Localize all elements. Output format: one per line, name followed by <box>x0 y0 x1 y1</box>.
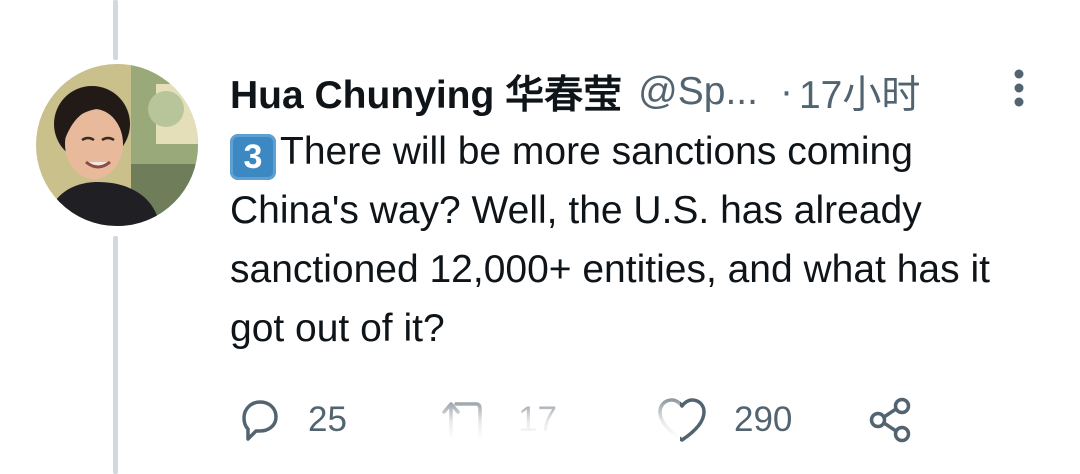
more-vertical-icon <box>1014 69 1024 107</box>
author-name[interactable]: Hua Chunying 华春莹 <box>230 64 622 120</box>
tweet-actions: 25 17 290 <box>230 390 950 450</box>
thread-line-bottom <box>113 236 118 474</box>
heart-icon <box>658 398 706 442</box>
like-count: 290 <box>734 400 793 439</box>
author-handle[interactable]: @Sp... <box>638 70 758 114</box>
like-button[interactable]: 290 <box>656 390 792 450</box>
reply-count: 25 <box>308 400 347 439</box>
tweet-timestamp[interactable]: 17小时 <box>799 64 920 120</box>
reply-icon <box>242 400 278 441</box>
share-button[interactable] <box>866 390 914 450</box>
more-options-button[interactable] <box>1007 66 1031 110</box>
keycap-3-emoji: 3 <box>230 134 276 180</box>
header-separator: · <box>779 70 793 113</box>
retweet-button[interactable]: 17 <box>438 390 557 450</box>
avatar-photo <box>36 64 198 226</box>
share-icon <box>869 397 911 443</box>
tweet-text: 3 There will be more sanctions coming Chi… <box>230 122 1050 358</box>
avatar[interactable] <box>36 64 198 226</box>
tweet-header: Hua Chunying 华春莹 @Sp... · 17小时 <box>230 62 920 122</box>
retweet-count: 17 <box>518 400 557 439</box>
reply-button[interactable]: 25 <box>234 390 347 450</box>
retweet-icon <box>442 402 482 442</box>
tweet-text-content: There will be more sanctions coming Chin… <box>230 130 990 350</box>
thread-line-top <box>113 0 118 60</box>
